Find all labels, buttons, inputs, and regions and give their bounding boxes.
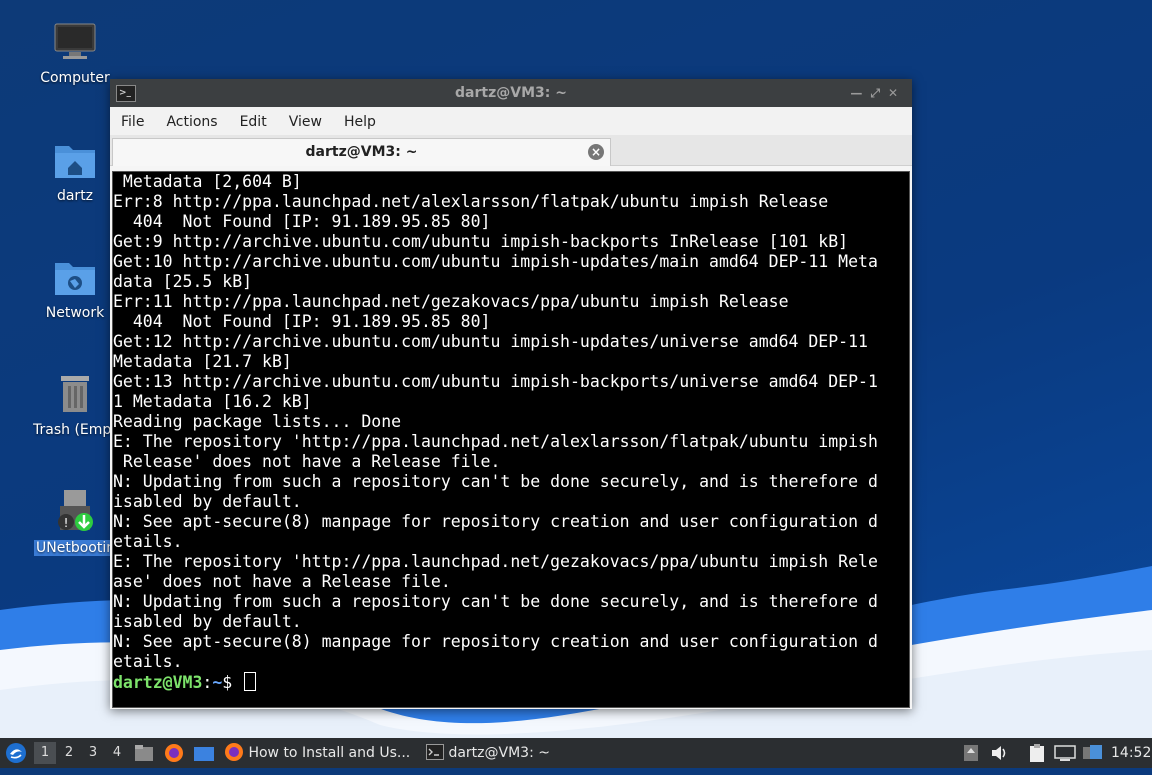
menu-actions[interactable]: Actions <box>155 107 228 137</box>
terminal-window: dartz@VM3: ~ —⤢✕ FileActionsEditViewHelp… <box>110 79 912 709</box>
terminal-line: isabled by default. <box>113 612 302 631</box>
terminal-line: Get:12 http://archive.ubuntu.com/ubuntu … <box>113 332 868 351</box>
computer-icon <box>54 23 96 59</box>
lubuntu-logo-icon <box>6 743 26 763</box>
terminal-line: ase' does not have a Release file. <box>113 572 451 591</box>
home-folder-icon <box>55 146 95 178</box>
terminal-line: E: The repository 'http://ppa.launchpad.… <box>113 552 878 571</box>
terminal-line: isabled by default. <box>113 492 302 511</box>
svg-text:!: ! <box>64 516 69 530</box>
file-manager-launcher[interactable] <box>134 743 154 763</box>
tab-terminal[interactable]: dartz@VM3: ~ × <box>112 138 611 166</box>
desktop-icon-trash[interactable]: Trash (Empty) <box>30 372 120 438</box>
close-icon[interactable]: ✕ <box>888 86 906 100</box>
menu-file[interactable]: File <box>110 107 155 137</box>
terminal-line: N: See apt-secure(8) manpage for reposit… <box>113 632 878 651</box>
terminal-line: 404 Not Found [IP: 91.189.95.85 80] <box>113 312 491 331</box>
terminal-line: etails. <box>113 532 183 551</box>
desktop-icon-label: dartz <box>56 188 94 204</box>
network-tray[interactable] <box>1054 743 1076 763</box>
task-terminal[interactable]: dartz@VM3: ~ <box>426 738 566 768</box>
network-wired-icon <box>1054 745 1076 761</box>
menu-edit[interactable]: Edit <box>229 107 278 137</box>
terminal-line: 404 Not Found [IP: 91.189.95.85 80] <box>113 212 491 231</box>
terminal-line: Get:13 http://archive.ubuntu.com/ubuntu … <box>113 372 878 391</box>
start-menu-button[interactable] <box>5 742 27 764</box>
minimize-icon[interactable]: — <box>850 86 870 100</box>
terminal-icon <box>426 744 444 760</box>
terminal-output[interactable]: Metadata [2,604 B] Err:8 http://ppa.launc… <box>112 171 910 708</box>
terminal-line: N: Updating from such a repository can't… <box>113 592 878 611</box>
window-titlebar[interactable]: dartz@VM3: ~ —⤢✕ <box>110 79 912 107</box>
terminal-line: N: See apt-secure(8) manpage for reposit… <box>113 512 878 531</box>
text-cursor <box>244 672 257 691</box>
workspace-1[interactable]: 1 <box>34 742 56 764</box>
firefox-icon <box>225 743 243 761</box>
terminal-line: N: Updating from such a repository can't… <box>113 472 878 491</box>
tab-close-icon[interactable]: × <box>588 144 604 160</box>
updates-tray[interactable] <box>962 743 980 763</box>
prompt-path: ~ <box>212 673 223 692</box>
volume-tray[interactable] <box>990 743 1010 763</box>
clock[interactable]: 14:52 <box>1111 738 1151 768</box>
desktop-icon-computer[interactable]: Computer <box>30 22 120 86</box>
window-title: dartz@VM3: ~ <box>455 85 567 101</box>
menubar: File Actions Edit View Help <box>110 107 912 135</box>
clipboard-icon <box>1030 744 1044 762</box>
terminal-app-icon <box>116 79 136 107</box>
usb-drive-icon: ! <box>58 490 93 531</box>
network-folder-icon <box>55 263 95 295</box>
task-label: dartz@VM3: ~ <box>448 745 550 761</box>
power-icon <box>1083 745 1102 759</box>
terminal-line: E: The repository 'http://ppa.launchpad.… <box>113 432 878 451</box>
terminal-line: Err:8 http://ppa.launchpad.net/alexlarss… <box>113 192 829 211</box>
maximize-icon[interactable]: ⤢ <box>870 86 888 100</box>
terminal-line: Metadata [2,604 B] <box>113 172 302 191</box>
terminal-line: data [25.5 kB] <box>113 272 253 291</box>
desktop-icon-label: Trash (Empty) <box>33 422 117 438</box>
firefox-launcher[interactable] <box>164 743 184 763</box>
terminal-line: 1 Metadata [16.2 kB] <box>113 392 312 411</box>
workspace-2[interactable]: 2 <box>58 742 80 764</box>
update-notifier-icon <box>964 745 978 761</box>
terminal-line: Get:9 http://archive.ubuntu.com/ubuntu i… <box>113 232 849 251</box>
terminal-line: Reading package lists... Done <box>113 412 402 431</box>
prompt-separator: : <box>202 673 213 692</box>
terminal-line: Err:11 http://ppa.launchpad.net/gezakova… <box>113 292 789 311</box>
taskbar: 1 2 3 4 How to Install and Us... dartz@V… <box>0 738 1152 768</box>
battery-tray[interactable] <box>1082 743 1104 763</box>
terminal-line: Metadata [21.7 kB] <box>113 352 292 371</box>
desktop-icon-label: Computer <box>40 70 110 86</box>
menu-view[interactable]: View <box>278 107 333 137</box>
tab-label: dartz@VM3: ~ <box>305 144 418 160</box>
terminal-line: Get:10 http://archive.ubuntu.com/ubuntu … <box>113 252 878 271</box>
terminal-line: Release' does not have a Release file. <box>113 452 501 471</box>
terminal-line: etails. <box>113 652 183 671</box>
firefox-icon <box>165 744 183 762</box>
terminal-prompt-line: dartz@VM3:~$ <box>113 672 909 692</box>
desktop-icon-label: UNetbootin <box>34 540 116 556</box>
file-manager-icon <box>135 745 153 761</box>
desktop-icon-home-folder[interactable]: dartz <box>30 140 120 204</box>
clipboard-tray[interactable] <box>1028 743 1046 763</box>
desktop-icon-label: Network <box>45 305 105 321</box>
show-desktop-launcher[interactable] <box>193 744 215 762</box>
tab-bar: dartz@VM3: ~ × <box>110 135 912 166</box>
menu-help[interactable]: Help <box>333 107 387 137</box>
terminal-lines: Metadata [2,604 B] Err:8 http://ppa.launc… <box>113 172 909 672</box>
prompt-symbol: $ <box>222 673 243 692</box>
task-browser[interactable]: How to Install and Us... <box>224 738 414 768</box>
trash-icon <box>61 376 89 412</box>
task-label: How to Install and Us... <box>248 745 411 761</box>
workspace-3[interactable]: 3 <box>82 742 104 764</box>
desktop-icon-network[interactable]: Network <box>30 257 120 321</box>
volume-icon <box>992 746 1006 760</box>
prompt-user: dartz@VM3 <box>113 673 203 692</box>
show-desktop-icon <box>194 747 214 761</box>
desktop-icon-unetbootin[interactable]: ! UNetbootin <box>30 488 120 560</box>
workspace-4[interactable]: 4 <box>106 742 128 764</box>
